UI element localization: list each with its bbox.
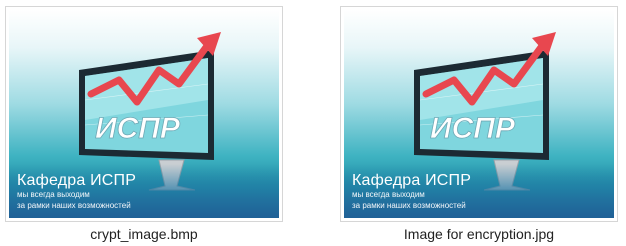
file-name-label[interactable]: Image for encryption.jpg [340,226,618,242]
svg-text:ИСПР: ИСПР [95,112,181,145]
caption-title: Кафедра ИСПР [352,172,472,189]
caption-line-2: за рамки наших возможностей [352,201,466,210]
image-thumbnail: ИСПР Кафедра ИСПР мы всегда выходим за р… [9,10,279,218]
image-thumbnail: ИСПР Кафедра ИСПР мы всегда выходим за р… [344,10,614,218]
file-name-label[interactable]: crypt_image.bmp [5,226,283,242]
caption-title: Кафедра ИСПР [17,172,137,189]
caption-line-1: мы всегда выходим [352,190,425,199]
thumbnail-frame[interactable]: ИСПР Кафедра ИСПР мы всегда выходим за р… [5,6,283,222]
caption-line-1: мы всегда выходим [17,190,90,199]
caption-line-2: за рамки наших возможностей [17,201,131,210]
thumbnail-frame[interactable]: ИСПР Кафедра ИСПР мы всегда выходим за р… [340,6,618,222]
svg-text:ИСПР: ИСПР [430,112,516,145]
